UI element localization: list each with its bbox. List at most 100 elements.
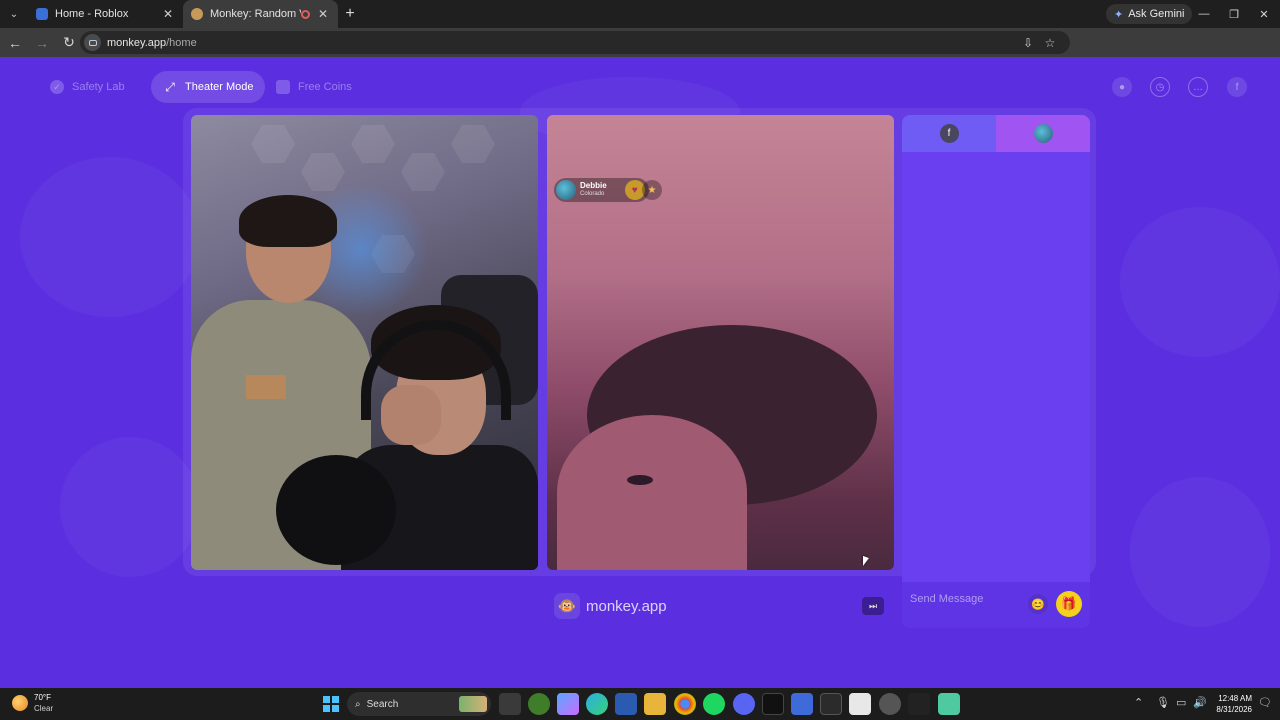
send-message-input[interactable]: Send Message xyxy=(910,593,983,605)
friends-tab-icon: f xyxy=(939,124,959,143)
search-highlight-icon xyxy=(459,696,487,712)
edge-icon[interactable] xyxy=(586,693,608,715)
chrome-icon[interactable] xyxy=(674,693,696,715)
url-host: monkey.app xyxy=(107,36,167,49)
emoji-icon[interactable]: 😊 xyxy=(1028,594,1048,614)
close-tab-icon[interactable]: ✕ xyxy=(161,7,175,21)
chat-panel: f Send Message 😊 🎁 xyxy=(902,115,1090,628)
chat-bubble-icon[interactable]: … xyxy=(1188,77,1208,97)
clock-time: 12:48 AM xyxy=(1218,694,1252,703)
theater-mode-button[interactable]: ⤢ Theater Mode xyxy=(151,71,266,103)
background-pattern xyxy=(1130,477,1270,627)
windows-taskbar: 70°F Clear ⌕ Search ⌃ 🎙 ▭ 🔊 12:48 AM 8/3… xyxy=(0,688,1280,720)
show-hidden-icons[interactable]: ⌃ xyxy=(1134,696,1143,709)
obs-icon[interactable] xyxy=(879,693,901,715)
address-toolbar: ← → ↻ monkey.app/home ⇩ ☆ ⋮ xyxy=(0,28,1280,77)
microphone xyxy=(276,455,396,565)
remote-person-face xyxy=(557,415,747,570)
monkey-favicon-icon xyxy=(191,8,203,20)
chat-tab-friends[interactable]: f xyxy=(902,115,996,152)
hand xyxy=(381,385,441,445)
background-pattern xyxy=(60,437,200,577)
terminal-app-icon[interactable] xyxy=(762,693,784,715)
task-view-icon[interactable] xyxy=(499,693,521,715)
monkey-logo-icon: 🐵 xyxy=(554,593,580,619)
url-path: /home xyxy=(166,36,197,49)
site-info-icon[interactable] xyxy=(84,34,101,51)
wall-hexagon xyxy=(351,125,395,163)
discord-icon[interactable] xyxy=(733,693,755,715)
weather-icon xyxy=(12,695,28,711)
xbox-app-icon[interactable] xyxy=(528,693,550,715)
background-pattern xyxy=(1120,207,1280,357)
weather-widget[interactable]: 70°F Clear xyxy=(12,692,53,714)
safety-lab-button[interactable]: ✓ Safety Lab xyxy=(38,71,137,103)
remote-person-eye xyxy=(627,475,653,485)
coins-icon xyxy=(276,80,290,94)
temperature: 70°F xyxy=(34,693,51,702)
back-button[interactable]: ← xyxy=(3,31,27,55)
free-coins-label: Free Coins xyxy=(298,81,352,93)
remote-user-location: Colorado xyxy=(580,191,605,197)
theater-mode-label: Theater Mode xyxy=(185,81,254,93)
expand-icon: ⤢ xyxy=(165,79,175,94)
local-video xyxy=(191,115,538,570)
network-icon[interactable]: ▭ xyxy=(1176,696,1186,709)
partner-avatar xyxy=(1033,124,1053,143)
browser-tab-bar: ⌄ Home - Roblox ✕ Monkey: Random Video C… xyxy=(0,0,1280,28)
clock-date: 8/31/2026 xyxy=(1216,705,1252,714)
bookmark-star-icon[interactable]: ☆ xyxy=(1042,35,1058,51)
microphone-icon[interactable]: 🎙 xyxy=(1156,696,1170,709)
gemini-sparkle-icon: ✦ xyxy=(1114,8,1124,21)
forward-button[interactable]: → xyxy=(30,31,54,55)
restore-button[interactable]: ❐ xyxy=(1218,0,1250,28)
volume-icon[interactable]: 🔊 xyxy=(1193,696,1207,709)
notifications-icon[interactable]: 🗨 xyxy=(1258,696,1272,709)
wall-hexagon xyxy=(251,125,295,163)
recording-icon xyxy=(301,9,310,19)
spotify-icon[interactable] xyxy=(703,693,725,715)
skip-button[interactable]: ⏭ xyxy=(862,597,884,615)
tab-title: Monkey: Random Video Ch xyxy=(210,8,301,20)
start-button[interactable] xyxy=(320,693,342,715)
taskbar-search[interactable]: ⌕ Search xyxy=(347,692,491,716)
app-icon[interactable] xyxy=(791,693,813,715)
shirt-graphic xyxy=(246,375,286,399)
gift-icon[interactable]: 🎁 xyxy=(1056,591,1082,617)
weather-condition: Clear xyxy=(34,704,54,713)
ask-gemini-label: Ask Gemini xyxy=(1128,8,1185,20)
profile-icon[interactable]: ● xyxy=(1112,77,1132,97)
install-app-icon[interactable]: ⇩ xyxy=(1020,35,1036,51)
message-bar: Send Message 😊 🎁 xyxy=(902,582,1090,628)
close-window-button[interactable]: ✕ xyxy=(1248,0,1280,28)
minimize-button[interactable]: — xyxy=(1188,0,1220,28)
tab-search-button[interactable]: ⌄ xyxy=(0,0,28,28)
badge-icon[interactable]: ★ xyxy=(642,180,662,200)
watermark-text: monkey.app xyxy=(586,597,667,615)
chat-tab-partner[interactable] xyxy=(996,115,1090,152)
game-app-icon[interactable] xyxy=(938,693,960,715)
copilot-icon[interactable] xyxy=(557,693,579,715)
reload-button[interactable]: ↻ xyxy=(57,31,81,55)
system-clock[interactable]: 12:48 AM 8/31/2026 xyxy=(1208,693,1252,715)
command-prompt-icon[interactable] xyxy=(820,693,842,715)
history-clock-icon[interactable]: ◷ xyxy=(1150,77,1170,97)
new-tab-button[interactable]: + xyxy=(338,0,362,28)
notepad-icon[interactable] xyxy=(849,693,871,715)
roblox-favicon-icon xyxy=(36,8,48,20)
store-icon[interactable] xyxy=(615,693,637,715)
file-explorer-icon[interactable] xyxy=(644,693,666,715)
tab-monkey[interactable]: Monkey: Random Video Ch ✕ xyxy=(183,0,338,28)
search-label: Search xyxy=(366,698,399,710)
url-bar[interactable]: monkey.app/home ⇩ ☆ xyxy=(80,31,1070,54)
remote-user-chip[interactable]: Debbie Colorado ♥ xyxy=(554,178,649,202)
tab-roblox[interactable]: Home - Roblox ✕ xyxy=(28,0,183,28)
friends-icon[interactable]: f xyxy=(1227,77,1247,97)
ask-gemini-button[interactable]: ✦ Ask Gemini xyxy=(1106,4,1193,24)
wall-hexagon xyxy=(401,153,445,191)
monkey-watermark: 🐵 monkey.app xyxy=(554,593,667,619)
free-coins-button[interactable]: Free Coins xyxy=(264,71,364,103)
capcut-icon[interactable] xyxy=(908,693,930,715)
safety-lab-label: Safety Lab xyxy=(72,81,125,93)
close-tab-icon[interactable]: ✕ xyxy=(316,7,330,21)
